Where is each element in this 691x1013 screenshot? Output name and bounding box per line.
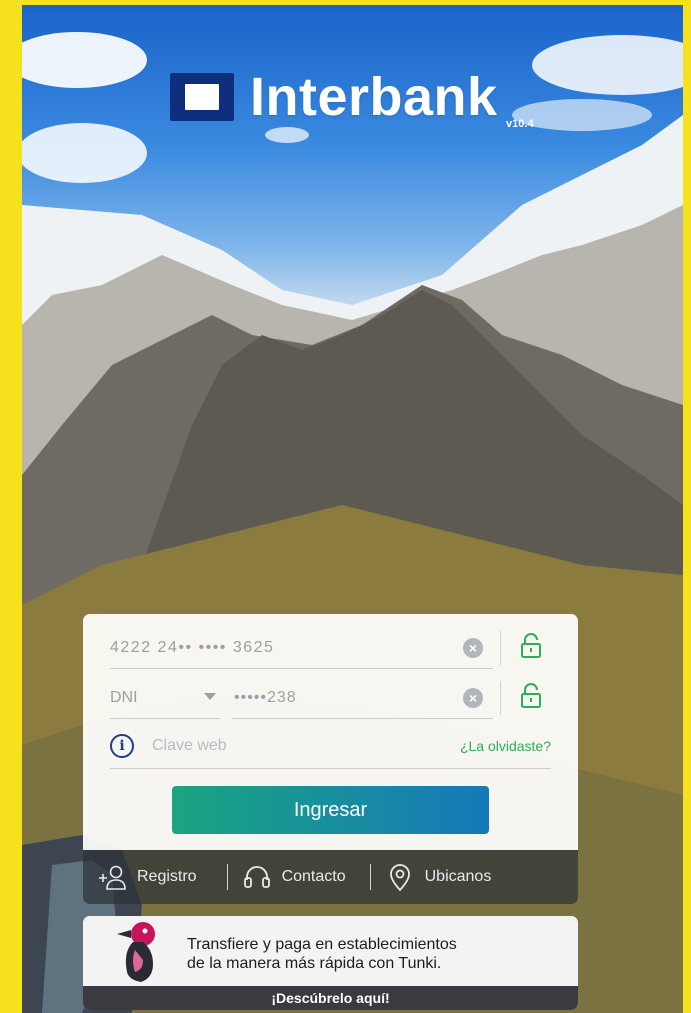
tunki-promo-banner[interactable]: Transfiere y paga en establecimientos de… — [83, 916, 578, 1010]
login-card: 4222 24•• •••• 3625 × DNI •••••238 × i C… — [83, 614, 578, 850]
footer-divider — [226, 864, 228, 890]
document-type-underline — [110, 718, 220, 719]
lock-open-icon[interactable] — [517, 682, 545, 710]
document-number-underline — [232, 718, 493, 719]
login-button[interactable]: Ingresar — [172, 786, 489, 834]
interbank-logo: Interbank v10.4 — [170, 67, 534, 130]
clear-document-icon[interactable]: × — [463, 688, 483, 708]
app-version: v10.4 — [506, 118, 534, 130]
footer-divider — [369, 864, 371, 890]
field-divider — [500, 631, 501, 665]
card-number-row: 4222 24•• •••• 3625 × — [110, 631, 551, 669]
password-row: i Clave web ¿La olvidaste? — [110, 732, 551, 769]
document-type-select[interactable]: DNI — [110, 689, 138, 707]
locate-label: Ubicanos — [424, 868, 492, 885]
chevron-down-icon[interactable] — [204, 693, 216, 700]
promo-message: Transfiere y paga en establecimientos de… — [187, 935, 457, 973]
clear-card-icon[interactable]: × — [463, 638, 483, 658]
document-number-field[interactable]: •••••238 — [234, 689, 297, 707]
forgot-password-link[interactable]: ¿La olvidaste? — [460, 738, 551, 754]
password-underline — [110, 768, 551, 769]
card-number-underline — [110, 668, 493, 669]
card-number-field[interactable]: 4222 24•• •••• 3625 — [110, 639, 274, 657]
lock-open-icon[interactable] — [517, 632, 545, 660]
contact-label: Contacto — [281, 868, 346, 885]
register-button[interactable]: Registro — [97, 850, 197, 904]
password-field[interactable]: Clave web — [152, 737, 227, 755]
document-row: DNI •••••238 × — [110, 681, 551, 719]
tunki-bird-icon — [117, 922, 155, 982]
contact-button[interactable]: Contacto — [242, 850, 346, 904]
location-pin-icon — [389, 864, 410, 892]
promo-content: Transfiere y paga en establecimientos de… — [83, 916, 578, 986]
promo-line-2: de la manera más rápida con Tunki. — [187, 955, 442, 972]
footer-actions: Registro Contacto Ubicanos — [83, 850, 578, 904]
field-divider — [500, 681, 501, 715]
promo-cta[interactable]: ¡Descúbrelo aquí! — [83, 986, 578, 1010]
add-user-icon — [99, 865, 126, 890]
brand-name: Interbank — [250, 67, 498, 127]
promo-line-1: Transfiere y paga en establecimientos — [187, 936, 457, 953]
interbank-logo-mark — [170, 73, 234, 121]
locate-button[interactable]: Ubicanos — [385, 850, 492, 904]
headset-icon — [243, 866, 270, 888]
register-label: Registro — [137, 868, 197, 885]
info-icon[interactable]: i — [110, 734, 134, 758]
